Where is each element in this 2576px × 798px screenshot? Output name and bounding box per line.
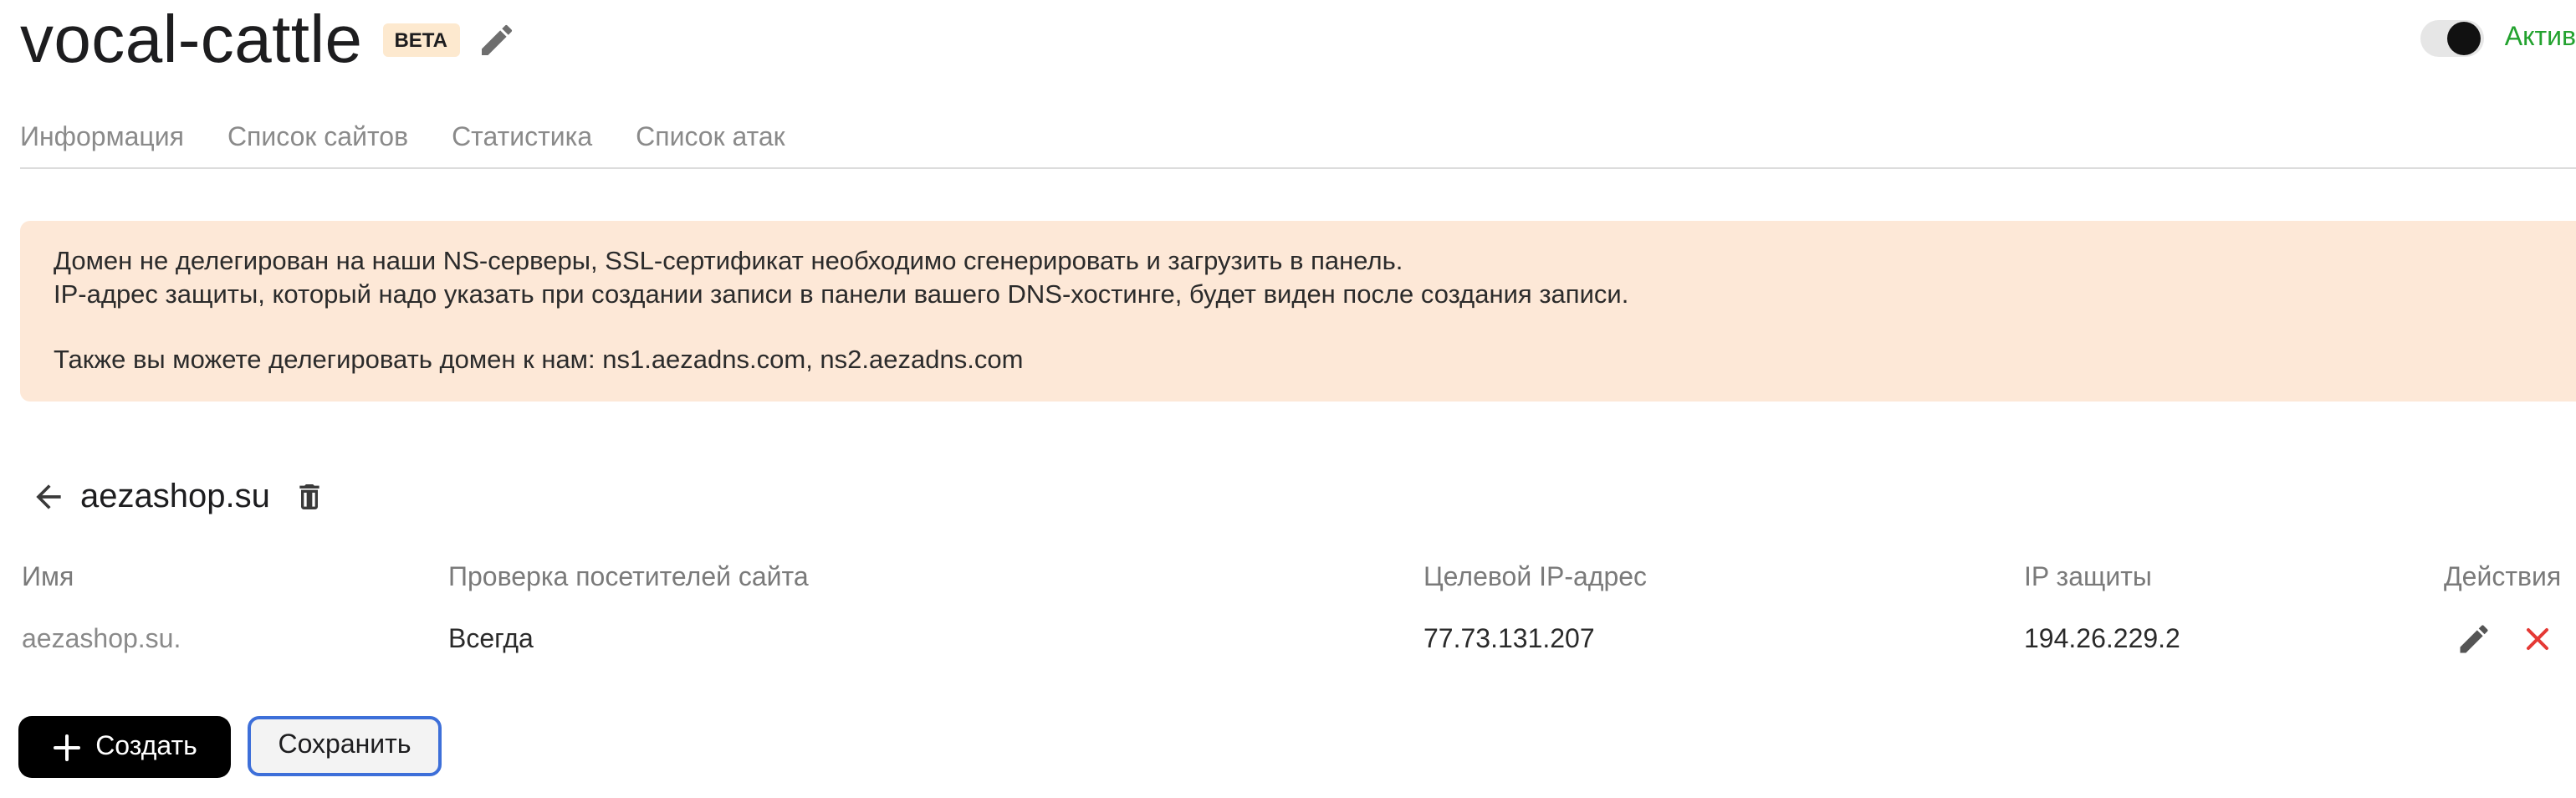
tab-attacks[interactable]: Список атак [636, 120, 785, 157]
header-target-ip: Целевой IP-адрес [1423, 564, 1648, 592]
status-label: Актив [2504, 23, 2576, 52]
tab-statistics[interactable]: Статистика [452, 120, 592, 157]
alert-line-3: Также вы можете делегировать домен к нам… [54, 345, 1024, 374]
edit-title-pencil-icon[interactable] [476, 20, 516, 60]
beta-badge: BETA [382, 23, 459, 57]
trash-icon[interactable] [294, 478, 327, 515]
save-button[interactable]: Сохранить [248, 716, 442, 776]
tabs: Информация Список сайтов Статистика Спис… [20, 120, 785, 157]
create-button-label: Создать [95, 732, 197, 760]
tab-info[interactable]: Информация [20, 120, 184, 157]
page-header: vocal-cattle BETA [20, 0, 516, 80]
alert-line-2: IP-адрес защиты, который надо указать пр… [54, 280, 1629, 309]
alert-spacer [54, 311, 2543, 344]
create-button[interactable]: Создать [18, 716, 231, 778]
header-visitor-check: Проверка посетителей сайта [448, 564, 809, 592]
cell-name: aezashop.su. [22, 626, 181, 654]
arrow-left-icon[interactable] [30, 478, 67, 515]
toggle-knob [2447, 22, 2481, 55]
page-title: vocal-cattle [20, 3, 363, 77]
header-name: Имя [22, 564, 74, 592]
tabs-divider [20, 167, 2576, 169]
site-header: aezashop.su [30, 475, 327, 519]
header-actions: Действия [2444, 564, 2562, 592]
plus-icon [52, 732, 82, 762]
alert-line-1: Домен не делегирован на наши NS-серверы,… [54, 248, 1403, 276]
cell-visitor-check: Всегда [448, 626, 534, 654]
header-protection-ip: IP защиты [2024, 564, 2152, 592]
delegation-alert: Домен не делегирован на наши NS-серверы,… [20, 221, 2576, 402]
row-delete-close-icon[interactable] [2519, 621, 2559, 661]
active-toggle[interactable] [2420, 20, 2485, 57]
page: vocal-cattle BETA Актив Информация Списо… [0, 0, 2576, 798]
row-edit-pencil-icon[interactable] [2456, 621, 2496, 661]
status-toggle-group: Актив [2420, 20, 2576, 57]
row-actions [2456, 621, 2559, 661]
cell-target-ip: 77.73.131.207 [1423, 626, 1595, 654]
cell-protection-ip: 194.26.229.2 [2024, 626, 2180, 654]
tab-sites[interactable]: Список сайтов [227, 120, 408, 157]
site-name: aezashop.su [80, 478, 270, 515]
